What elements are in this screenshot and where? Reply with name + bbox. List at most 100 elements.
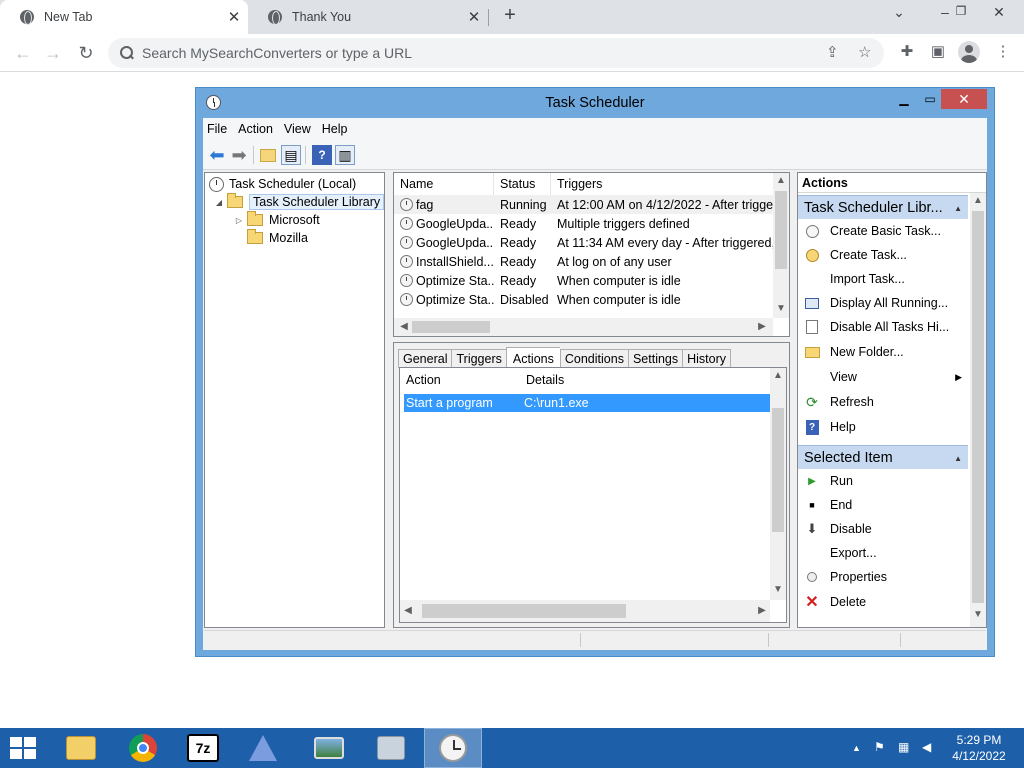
- taskbar-photos[interactable]: [300, 728, 358, 768]
- address-input[interactable]: [142, 45, 822, 61]
- table-row[interactable]: GoogleUpda... Ready Multiple triggers de…: [394, 214, 774, 233]
- scroll-down-arrow-icon[interactable]: ▼: [970, 609, 986, 620]
- task-list-horizontal-scrollbar[interactable]: ◀ ▶: [394, 318, 773, 336]
- forward-arrow-icon[interactable]: →: [40, 40, 66, 66]
- taskbar-7zip[interactable]: 7z: [174, 728, 232, 768]
- scroll-thumb[interactable]: [412, 321, 490, 333]
- show-hidden-icons-caret[interactable]: ▲: [852, 743, 861, 753]
- task-list-vertical-scrollbar[interactable]: ▲ ▼: [773, 173, 789, 318]
- forward-icon[interactable]: ➡: [229, 145, 249, 165]
- table-row[interactable]: GoogleUpda... Ready At 11:34 AM every da…: [394, 233, 774, 252]
- action-properties[interactable]: Properties: [798, 566, 968, 588]
- action-import-task[interactable]: Import Task...: [798, 268, 968, 290]
- scroll-right-arrow-icon[interactable]: ▶: [754, 605, 770, 616]
- scroll-up-arrow-icon[interactable]: ▲: [970, 195, 986, 206]
- action-create-basic-task[interactable]: Create Basic Task...: [798, 220, 968, 242]
- scroll-left-arrow-icon[interactable]: ◀: [396, 321, 412, 332]
- section-selected-item[interactable]: Selected Item ▲: [798, 445, 968, 469]
- action-disable[interactable]: ⬇ Disable: [798, 518, 968, 540]
- action-refresh[interactable]: ⟳ Refresh: [798, 391, 968, 413]
- start-windows-icon[interactable]: [10, 737, 36, 759]
- column-header-action[interactable]: Action: [406, 370, 441, 390]
- scroll-up-arrow-icon[interactable]: ▲: [770, 370, 786, 381]
- column-header-details[interactable]: Details: [526, 370, 564, 390]
- extensions-puzzle-icon[interactable]: ✚: [896, 42, 918, 64]
- back-arrow-icon[interactable]: ←: [10, 40, 36, 66]
- tab-new-tab[interactable]: New Tab ✕: [0, 0, 248, 34]
- scroll-thumb[interactable]: [772, 408, 784, 532]
- scroll-thumb[interactable]: [972, 211, 984, 603]
- share-icon[interactable]: ⇪: [826, 43, 839, 61]
- tree-item-local[interactable]: Task Scheduler (Local): [209, 175, 356, 193]
- taskbar-app-triangle[interactable]: [234, 728, 292, 768]
- column-header-status[interactable]: Status: [494, 173, 551, 195]
- window-close-button[interactable]: ✕: [941, 89, 987, 109]
- table-row[interactable]: Optimize Sta... Ready When computer is i…: [394, 271, 774, 290]
- table-row[interactable]: InstallShield... Ready At log on of any …: [394, 252, 774, 271]
- collapsed-arrow-icon[interactable]: ▷: [233, 216, 245, 225]
- action-center-flag-icon[interactable]: ⚑: [874, 740, 885, 754]
- tree-item-mozilla[interactable]: Mozilla: [247, 229, 308, 247]
- scroll-down-arrow-icon[interactable]: ▼: [773, 303, 789, 314]
- scroll-thumb[interactable]: [775, 191, 787, 269]
- table-row[interactable]: Start a program C:\run1.exe: [404, 394, 772, 412]
- back-icon[interactable]: ⬅: [207, 145, 227, 165]
- column-header-name[interactable]: Name: [394, 173, 494, 195]
- scroll-thumb[interactable]: [422, 604, 626, 618]
- tree-item-microsoft[interactable]: ▷ Microsoft: [233, 211, 320, 229]
- actions-vertical-scrollbar[interactable]: ▲ ▼: [770, 368, 786, 600]
- taskbar-task-scheduler[interactable]: [424, 728, 482, 768]
- side-panel-icon[interactable]: ▣: [927, 42, 949, 64]
- restore-icon[interactable]: ❐: [946, 4, 976, 18]
- taskbar-system-tool[interactable]: [362, 728, 420, 768]
- close-window-icon[interactable]: ✕: [984, 4, 1014, 21]
- action-disable-history[interactable]: Disable All Tasks Hi...: [798, 316, 968, 338]
- tree-item-library[interactable]: ◢ Task Scheduler Library: [213, 193, 385, 211]
- taskbar-chrome[interactable]: [114, 728, 172, 768]
- tab-settings[interactable]: Settings: [627, 349, 683, 368]
- action-create-task[interactable]: Create Task...: [798, 244, 968, 266]
- actions-horizontal-scrollbar[interactable]: ◀ ▶: [400, 600, 770, 622]
- help-icon[interactable]: ?: [312, 145, 332, 165]
- window-maximize-button[interactable]: ▭: [917, 92, 943, 106]
- action-end[interactable]: ■ End: [798, 494, 968, 516]
- volume-muted-icon[interactable]: ◀: [922, 740, 931, 754]
- tab-thank-you[interactable]: Thank You ✕: [248, 0, 488, 34]
- collapse-caret-icon[interactable]: ▲: [954, 454, 962, 463]
- taskbar-clock[interactable]: 5:29 PM 4/12/2022: [944, 732, 1014, 764]
- action-run[interactable]: ▶ Run: [798, 470, 968, 492]
- action-display-running[interactable]: Display All Running...: [798, 292, 968, 314]
- collapse-caret-icon[interactable]: ▲: [954, 204, 962, 213]
- scroll-down-arrow-icon[interactable]: ▼: [770, 584, 786, 595]
- column-header-triggers[interactable]: Triggers: [551, 173, 774, 195]
- tab-search-chevron-icon[interactable]: ⌄: [884, 4, 914, 21]
- menu-help[interactable]: Help: [317, 122, 354, 136]
- action-export[interactable]: Export...: [798, 542, 968, 564]
- window-titlebar[interactable]: Task Scheduler: [196, 88, 994, 118]
- more-menu-icon[interactable]: ⋮: [992, 42, 1014, 64]
- show-hide-action-pane-icon[interactable]: ▥: [335, 145, 355, 165]
- tab-general[interactable]: General: [398, 349, 452, 368]
- close-tab-icon[interactable]: ✕: [220, 8, 248, 26]
- tab-triggers[interactable]: Triggers: [451, 349, 506, 368]
- menu-action[interactable]: Action: [233, 122, 279, 136]
- table-row[interactable]: fag Running At 12:00 AM on 4/12/2022 - A…: [394, 195, 774, 214]
- expanded-arrow-icon[interactable]: ◢: [213, 198, 225, 207]
- show-hide-console-tree-icon[interactable]: ▤: [281, 145, 301, 165]
- address-bar[interactable]: [108, 38, 884, 68]
- bookmark-star-icon[interactable]: ☆: [858, 43, 871, 61]
- section-library[interactable]: Task Scheduler Libr... ▲: [798, 195, 968, 219]
- scroll-up-arrow-icon[interactable]: ▲: [773, 175, 789, 186]
- new-tab-button[interactable]: +: [498, 4, 522, 27]
- network-icon[interactable]: ▦: [898, 740, 909, 754]
- tab-history[interactable]: History: [682, 349, 732, 368]
- table-row[interactable]: Optimize Sta... Disabled When computer i…: [394, 290, 774, 309]
- action-delete[interactable]: ✕ Delete: [798, 591, 968, 613]
- taskbar-file-explorer[interactable]: [52, 728, 110, 768]
- action-help[interactable]: ? Help: [798, 416, 968, 438]
- up-folder-icon[interactable]: [260, 149, 276, 162]
- action-new-folder[interactable]: New Folder...: [798, 341, 968, 363]
- scroll-left-arrow-icon[interactable]: ◀: [400, 605, 416, 616]
- reload-icon[interactable]: ↻: [73, 40, 99, 66]
- menu-file[interactable]: File: [203, 122, 233, 136]
